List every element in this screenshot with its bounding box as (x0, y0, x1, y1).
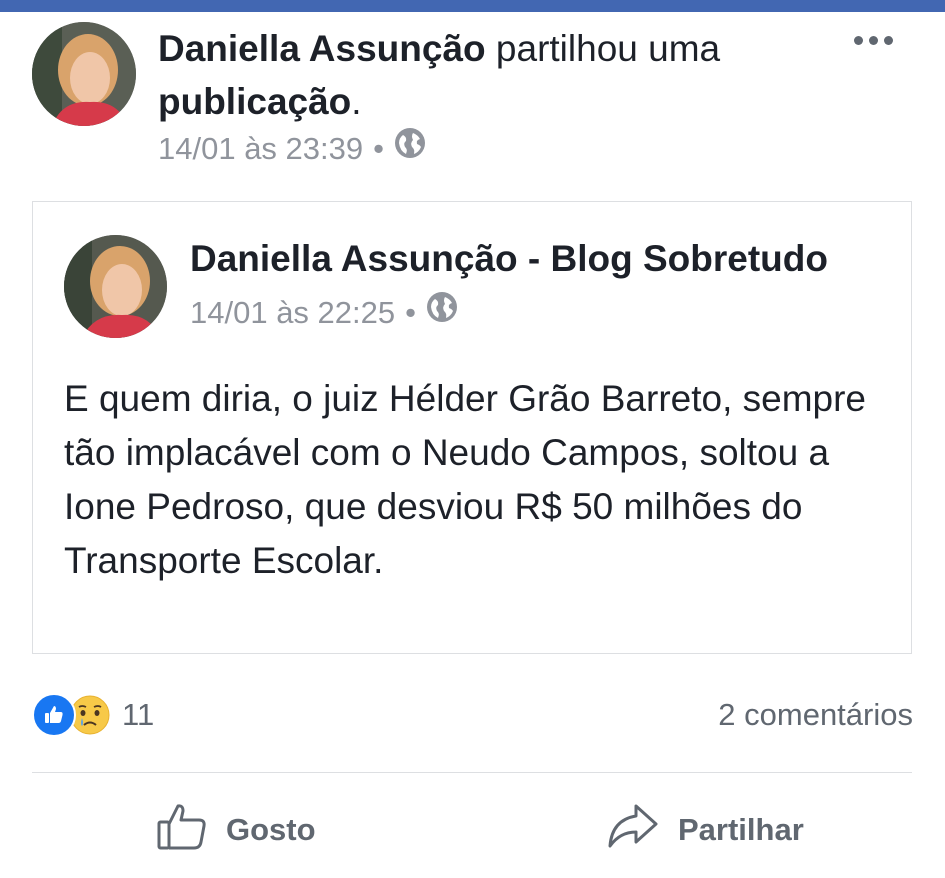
publication-link[interactable]: publicação (158, 81, 351, 122)
thumbs-up-icon (156, 800, 208, 860)
more-options-button[interactable] (848, 24, 898, 56)
globe-icon[interactable] (394, 126, 426, 172)
like-reaction-icon (32, 693, 76, 737)
shared-post-meta: 14/01 às 22:25 • (190, 290, 458, 336)
more-dots-icon (853, 35, 863, 45)
meta-separator: • (405, 295, 416, 330)
like-button[interactable]: Gosto (156, 800, 316, 860)
post-timestamp[interactable]: 14/01 às 23:39 (158, 126, 363, 172)
headline-punct: . (351, 81, 362, 122)
like-label: Gosto (226, 812, 316, 847)
share-label: Partilhar (678, 812, 804, 847)
top-accent-bar (0, 0, 945, 12)
shared-author-avatar[interactable] (64, 235, 167, 338)
reaction-count: 11 (122, 697, 155, 732)
reactions-summary[interactable]: 11 (32, 690, 154, 740)
actions-divider (32, 772, 912, 773)
shared-author-name[interactable]: Daniella Assunção - Blog Sobretudo (190, 236, 828, 282)
share-arrow-icon (606, 800, 660, 860)
shared-action-text: partilhou uma (485, 28, 721, 69)
author-avatar[interactable] (32, 22, 136, 126)
comments-count-link[interactable]: 2 comentários (718, 692, 913, 738)
post-body-text: E quem diria, o juiz Hélder Grão Barreto… (64, 378, 867, 581)
meta-separator: • (373, 131, 384, 166)
post-meta: 14/01 às 23:39 • (158, 126, 426, 172)
globe-icon[interactable] (426, 290, 458, 336)
shared-post-timestamp[interactable]: 14/01 às 22:25 (190, 290, 395, 336)
share-headline: Daniella Assunção partilhou uma publicaç… (158, 22, 838, 128)
author-name-link[interactable]: Daniella Assunção (158, 28, 486, 69)
share-button[interactable]: Partilhar (606, 800, 804, 860)
